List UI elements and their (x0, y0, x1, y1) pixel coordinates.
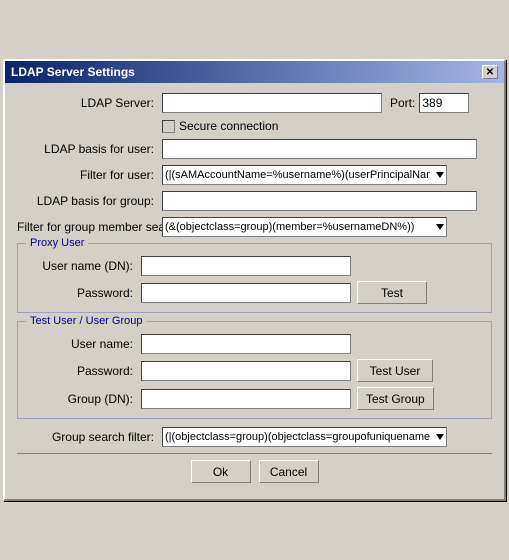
test-user-button[interactable]: Test User (357, 359, 433, 382)
cancel-button[interactable]: Cancel (259, 460, 319, 483)
ldap-server-label: LDAP Server: (17, 96, 162, 110)
proxy-username-row: User name (DN): (26, 256, 483, 276)
group-search-label: Group search filter: (17, 430, 162, 444)
filter-user-select[interactable]: (|(sAMAccountName=%username%)(userPrinci… (162, 165, 447, 185)
proxy-user-section: Proxy User User name (DN): Password: Tes… (17, 243, 492, 313)
ldap-server-input[interactable] (162, 93, 382, 113)
port-input[interactable] (419, 93, 469, 113)
port-label: Port: (390, 96, 415, 110)
proxy-username-input[interactable] (141, 256, 351, 276)
ldap-basis-user-row: LDAP basis for user: (17, 139, 492, 159)
test-username-row: User name: (26, 334, 483, 354)
ldap-basis-group-input[interactable] (162, 191, 477, 211)
test-group-label: Group (DN): (26, 392, 141, 406)
test-group-button[interactable]: Test Group (357, 387, 434, 410)
proxy-user-title: Proxy User (26, 237, 88, 249)
test-group-input[interactable] (141, 389, 351, 409)
secure-connection-label: Secure connection (179, 119, 278, 133)
test-group-row: Group (DN): Test Group (26, 387, 483, 410)
window-title: LDAP Server Settings (11, 65, 135, 79)
ldap-server-row: LDAP Server: Port: (17, 93, 492, 113)
test-password-row: Password: Test User (26, 359, 483, 382)
ldap-basis-user-input[interactable] (162, 139, 477, 159)
test-user-title: Test User / User Group (26, 315, 146, 327)
ok-button[interactable]: Ok (191, 460, 251, 483)
group-search-select[interactable]: (|(objectclass=group)(objectclass=groupo… (162, 427, 447, 447)
ldap-basis-group-label: LDAP basis for group: (17, 194, 162, 208)
secure-connection-row: Secure connection (162, 119, 492, 133)
ldap-basis-user-label: LDAP basis for user: (17, 142, 162, 156)
proxy-password-label: Password: (26, 286, 141, 300)
test-password-input[interactable] (141, 361, 351, 381)
group-search-row: Group search filter: (|(objectclass=grou… (17, 427, 492, 447)
test-user-section: Test User / User Group User name: Passwo… (17, 321, 492, 419)
proxy-password-input[interactable] (141, 283, 351, 303)
title-bar: LDAP Server Settings ✕ (5, 61, 504, 83)
test-password-label: Password: (26, 364, 141, 378)
proxy-password-row: Password: Test (26, 281, 483, 304)
filter-user-row: Filter for user: (|(sAMAccountName=%user… (17, 165, 492, 185)
secure-connection-checkbox[interactable] (162, 120, 175, 133)
filter-group-row: Filter for group member search: (&(objec… (17, 217, 492, 237)
test-username-label: User name: (26, 337, 141, 351)
proxy-username-label: User name (DN): (26, 259, 141, 273)
test-button[interactable]: Test (357, 281, 427, 304)
ldap-basis-group-row: LDAP basis for group: (17, 191, 492, 211)
bottom-bar: Ok Cancel (17, 453, 492, 491)
filter-group-select[interactable]: (&(objectclass=group)(member=%usernameDN… (162, 217, 447, 237)
filter-user-label: Filter for user: (17, 168, 162, 182)
main-window: LDAP Server Settings ✕ LDAP Server: Port… (3, 59, 506, 501)
close-button[interactable]: ✕ (482, 65, 498, 79)
test-username-input[interactable] (141, 334, 351, 354)
filter-group-label: Filter for group member search: (17, 220, 162, 234)
